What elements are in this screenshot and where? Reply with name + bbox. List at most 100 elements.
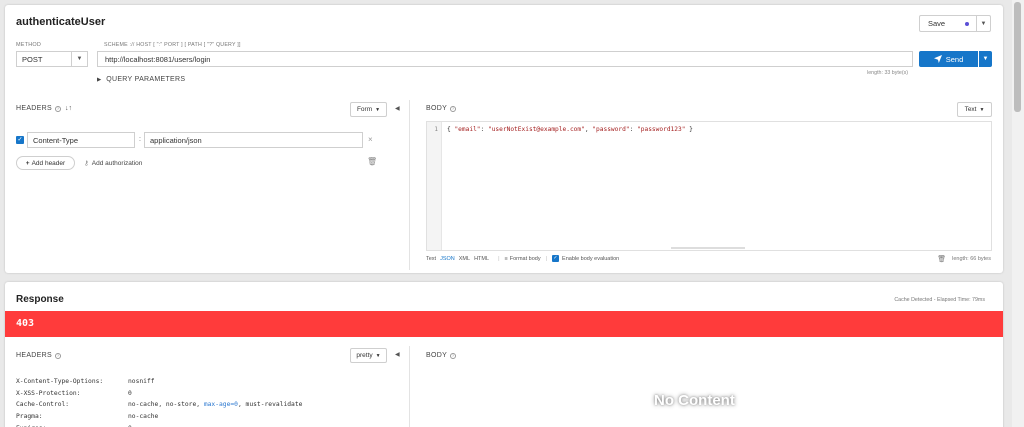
query-parameters-toggle[interactable]: ▶ QUERY PARAMETERS: [97, 76, 185, 83]
response-header-value: no-cache, no-store, max-age=0, must-reva…: [128, 401, 302, 408]
headers-label: HEADERS: [16, 105, 52, 112]
code-token: "email": [454, 126, 481, 133]
request-body-header: BODY ?: [426, 105, 457, 112]
url-value: http://localhost:8081/users/login: [105, 54, 211, 64]
url-format-hint: SCHEME :// HOST [ ":" PORT ] [ PATH [ "?…: [104, 42, 241, 48]
response-header-value: no-cache: [128, 413, 159, 421]
request-panel: authenticateUser Save ▼ METHOD POST ▼ SC…: [5, 5, 1003, 273]
chevron-down-icon: ▼: [375, 106, 381, 113]
method-label: METHOD: [16, 42, 42, 48]
cache-info: Cache Detected - Elapsed Time: 79ms: [894, 297, 985, 303]
response-header-value-part: no-cache, no-store,: [128, 401, 204, 409]
footer-separator: |: [545, 255, 548, 262]
collapse-left-icon[interactable]: ◀: [395, 351, 400, 358]
headers-mode-label: Form: [356, 106, 373, 113]
request-headers-header: HEADERS ? ↓↑: [16, 105, 72, 112]
body-editor[interactable]: 1 { "email": "userNotExist@example.com",…: [426, 121, 992, 251]
help-icon[interactable]: ?: [54, 105, 61, 112]
help-icon[interactable]: ?: [450, 105, 457, 112]
response-body-header: BODY ?: [426, 352, 457, 359]
response-title: Response: [16, 294, 64, 305]
header-key-input[interactable]: Content-Type: [27, 132, 135, 148]
sort-icon[interactable]: ↓↑: [65, 105, 72, 112]
scrollbar-thumb[interactable]: [1014, 2, 1021, 112]
page-scrollbar[interactable]: [1012, 0, 1024, 427]
code-token: "password": [592, 126, 630, 133]
plus-icon: +: [25, 159, 30, 167]
format-icon: ≡: [504, 255, 508, 262]
response-header-key: Pragma:: [16, 413, 43, 421]
header-row-checkbox[interactable]: ✓: [16, 136, 24, 144]
chevron-down-icon: ▼: [980, 20, 987, 27]
code-token: :: [480, 126, 488, 133]
format-link-json[interactable]: JSON: [440, 256, 455, 262]
header-value-input[interactable]: application/json: [144, 132, 363, 148]
save-button[interactable]: Save: [919, 15, 977, 32]
format-link-text[interactable]: Text: [426, 256, 436, 262]
response-header-key: X-Content-Type-Options:: [16, 378, 104, 385]
format-links: Text JSON XML HTML: [426, 256, 493, 262]
chevron-down-icon: ▼: [982, 56, 989, 62]
format-link-xml[interactable]: XML: [459, 256, 470, 262]
method-select[interactable]: POST ▼: [16, 51, 88, 67]
unsaved-dot-icon: [965, 22, 969, 26]
send-button[interactable]: Send: [919, 51, 978, 67]
add-header-label: Add header: [31, 159, 66, 167]
key-icon: ⚷: [84, 160, 89, 167]
method-dropdown-button[interactable]: ▼: [71, 52, 87, 66]
response-header-value-part: , must-revalidate: [237, 401, 303, 409]
enable-eval-label: Enable body evaluation: [562, 255, 620, 262]
enable-eval-checkbox[interactable]: ✓: [552, 255, 560, 262]
response-header-key: Cache-Control:: [16, 401, 70, 409]
line-gutter: 1: [427, 122, 442, 250]
remove-header-icon[interactable]: ×: [368, 135, 373, 144]
response-header-value-part: max-age=0: [203, 401, 238, 409]
help-icon[interactable]: ?: [54, 352, 61, 359]
add-header-button[interactable]: + Add header: [16, 156, 75, 170]
code-token: }: [685, 126, 693, 133]
response-panel: Response Cache Detected - Elapsed Time: …: [5, 282, 1003, 427]
body-label: BODY: [426, 105, 448, 112]
header-key-value: Content-Type: [33, 135, 79, 145]
headers-mode-dropdown[interactable]: Form ▼: [350, 102, 387, 117]
format-body-button[interactable]: ≡ Format body: [505, 256, 541, 262]
check-icon: ✓: [17, 137, 23, 143]
response-header-value: nosniff: [128, 378, 155, 385]
trash-icon[interactable]: 🗑: [367, 157, 377, 166]
send-options-dropdown[interactable]: ▼: [979, 51, 992, 67]
body-mode-label: Text: [964, 106, 977, 113]
chevron-down-icon: ▼: [76, 56, 83, 62]
format-link-html[interactable]: HTML: [474, 256, 489, 262]
save-options-dropdown[interactable]: ▼: [976, 15, 991, 32]
url-length: length: 33 byte(s): [867, 70, 908, 76]
send-label: Send: [945, 54, 964, 64]
collapse-left-icon[interactable]: ◀: [395, 105, 400, 112]
line-number: 1: [434, 126, 438, 133]
header-value-value: application/json: [150, 135, 202, 145]
header-separator: :: [139, 136, 141, 143]
method-value: POST: [22, 54, 43, 64]
code-token: :: [629, 126, 638, 133]
help-icon[interactable]: ?: [450, 352, 457, 359]
add-authorization-link[interactable]: ⚷ Add authorization: [84, 159, 143, 168]
panel-divider: [409, 346, 410, 427]
editor-resize-handle[interactable]: [671, 247, 745, 249]
response-headers-mode-dropdown[interactable]: pretty ▼: [350, 348, 387, 363]
chevron-down-icon: ▼: [979, 106, 985, 113]
code-token: "password123": [637, 126, 686, 133]
response-header-value: 0: [128, 389, 132, 397]
body-length-info: 🗑 length: 66 bytes: [937, 255, 991, 263]
footer-separator: |: [498, 255, 500, 262]
chevron-down-icon: ▼: [375, 352, 381, 359]
body-code-line: { "email": "userNotExist@example.com", "…: [447, 126, 693, 133]
status-bar: 403: [5, 311, 1003, 337]
response-headers-label: HEADERS: [16, 352, 52, 359]
query-parameters-label: QUERY PARAMETERS: [106, 76, 186, 83]
body-mode-dropdown[interactable]: Text ▼: [957, 102, 992, 117]
no-content-text: No Content: [654, 392, 735, 409]
response-headers-mode-label: pretty: [356, 352, 373, 359]
trash-icon[interactable]: 🗑: [937, 255, 946, 263]
url-input[interactable]: http://localhost:8081/users/login: [97, 51, 913, 67]
chevron-right-icon: ▶: [97, 76, 102, 83]
add-authorization-label: Add authorization: [91, 159, 143, 167]
